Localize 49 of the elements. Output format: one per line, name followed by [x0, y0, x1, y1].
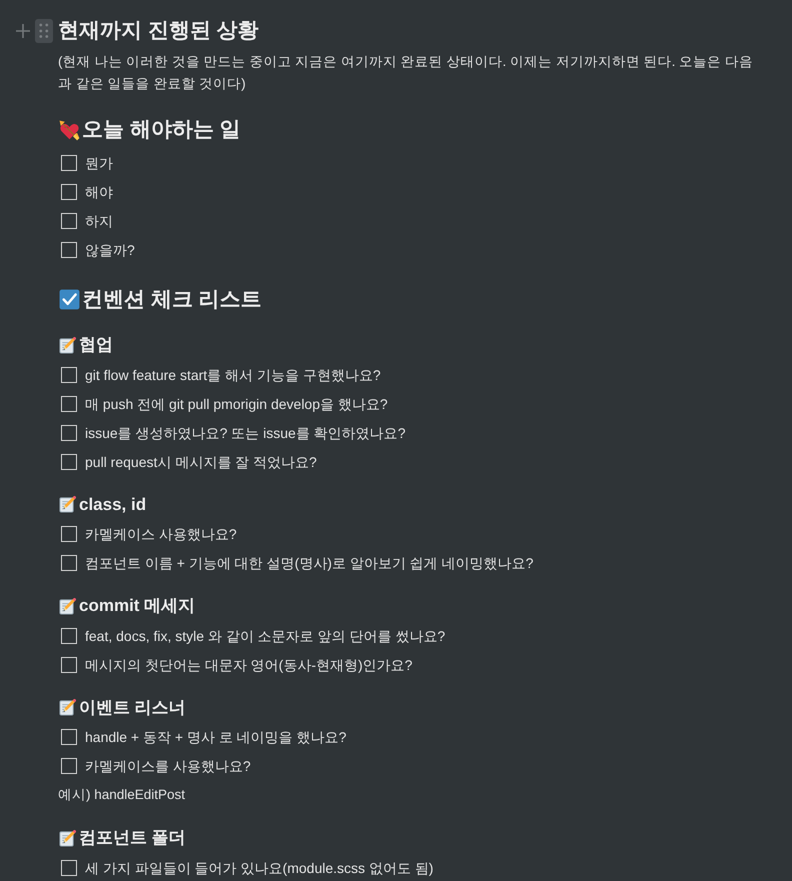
notepad-pencil-icon — [59, 830, 76, 846]
checkbox[interactable] — [61, 366, 77, 382]
page-title: 현재까지 진행된 상황 — [58, 18, 259, 44]
section-heading: 컴포넌트 폴더 — [79, 827, 186, 849]
checkbox[interactable] — [61, 555, 77, 571]
todo-text: 메시지의 첫단어는 대문자 영어(동사-현재형)인가요? — [85, 656, 412, 674]
todo-text: git flow feature start를 해서 기능을 구현했나요? — [85, 366, 381, 384]
checkbox[interactable] — [61, 396, 77, 412]
checkbox[interactable] — [61, 758, 77, 774]
checkbox[interactable] — [61, 155, 77, 171]
todo-text: 않을까? — [85, 241, 135, 259]
todo-text: 하지 — [85, 212, 113, 230]
checkbox[interactable] — [61, 860, 77, 876]
todo-text: 컴포넌트 이름 + 기능에 대한 설명(명사)로 알아보기 쉽게 네이밍했나요? — [85, 554, 534, 572]
checkbox[interactable] — [61, 628, 77, 644]
notepad-pencil-icon — [59, 496, 76, 513]
todo-text: 카멜케이스 사용했나요? — [85, 525, 237, 543]
todo-text: 카멜케이스를 사용했나요? — [85, 757, 251, 775]
todo-text: feat, docs, fix, style 와 같이 소문자로 앞의 단어를 썼나요? — [85, 626, 446, 644]
example-note: 예시) handleEditPost — [58, 786, 186, 804]
todo-text: 해야 — [85, 183, 113, 201]
todo-text: handle + 동작 + 명사 로 네이밍을 했나요? — [85, 728, 346, 746]
notepad-pencil-icon — [59, 699, 76, 716]
drag-handle-icon[interactable] — [35, 19, 53, 43]
section-heading: class, id — [79, 494, 146, 516]
todo-text: 뭔가 — [85, 154, 113, 172]
checkbox[interactable] — [61, 656, 77, 672]
notepad-pencil-icon — [59, 336, 76, 354]
checkbox[interactable] — [61, 424, 77, 440]
notepad-pencil-icon — [59, 598, 76, 614]
checkbox[interactable] — [61, 729, 77, 745]
checkbox[interactable] — [61, 454, 77, 470]
checkbox[interactable] — [61, 184, 77, 200]
todo-text: 매 push 전에 git pull pmorigin develop을 했나요? — [85, 394, 388, 412]
checked-box-icon — [59, 289, 80, 310]
section-heading: 협업 — [79, 334, 113, 356]
checkbox[interactable] — [61, 242, 77, 258]
page-description: (현재 나는 이러한 것을 만드는 중이고 지금은 여기까지 완료된 상태이다. 이제는 저기까지하면 된다. 오늘은 다음과 같은 일들을 완료할 것이다) — [58, 53, 754, 93]
todo-text: pull request시 메시지를 잘 적었나요? — [85, 452, 317, 470]
section-heading: 컨벤션 체크 리스트 — [82, 286, 262, 312]
todo-text: 세 가지 파일들이 들어가 있나요(module.scss 없어도 됨) — [85, 858, 434, 876]
section-heading: commit 메세지 — [79, 595, 196, 617]
checkbox[interactable] — [61, 213, 77, 229]
add-block-icon[interactable] — [16, 24, 30, 38]
section-heading: 이벤트 리스너 — [79, 696, 186, 718]
checkbox[interactable] — [61, 526, 77, 542]
todo-text: issue를 생성하였나요? 또는 issue를 확인하였나요? — [85, 424, 406, 442]
section-heading: 오늘 해야하는 일 — [82, 117, 241, 143]
heart-arrow-icon — [59, 120, 80, 140]
